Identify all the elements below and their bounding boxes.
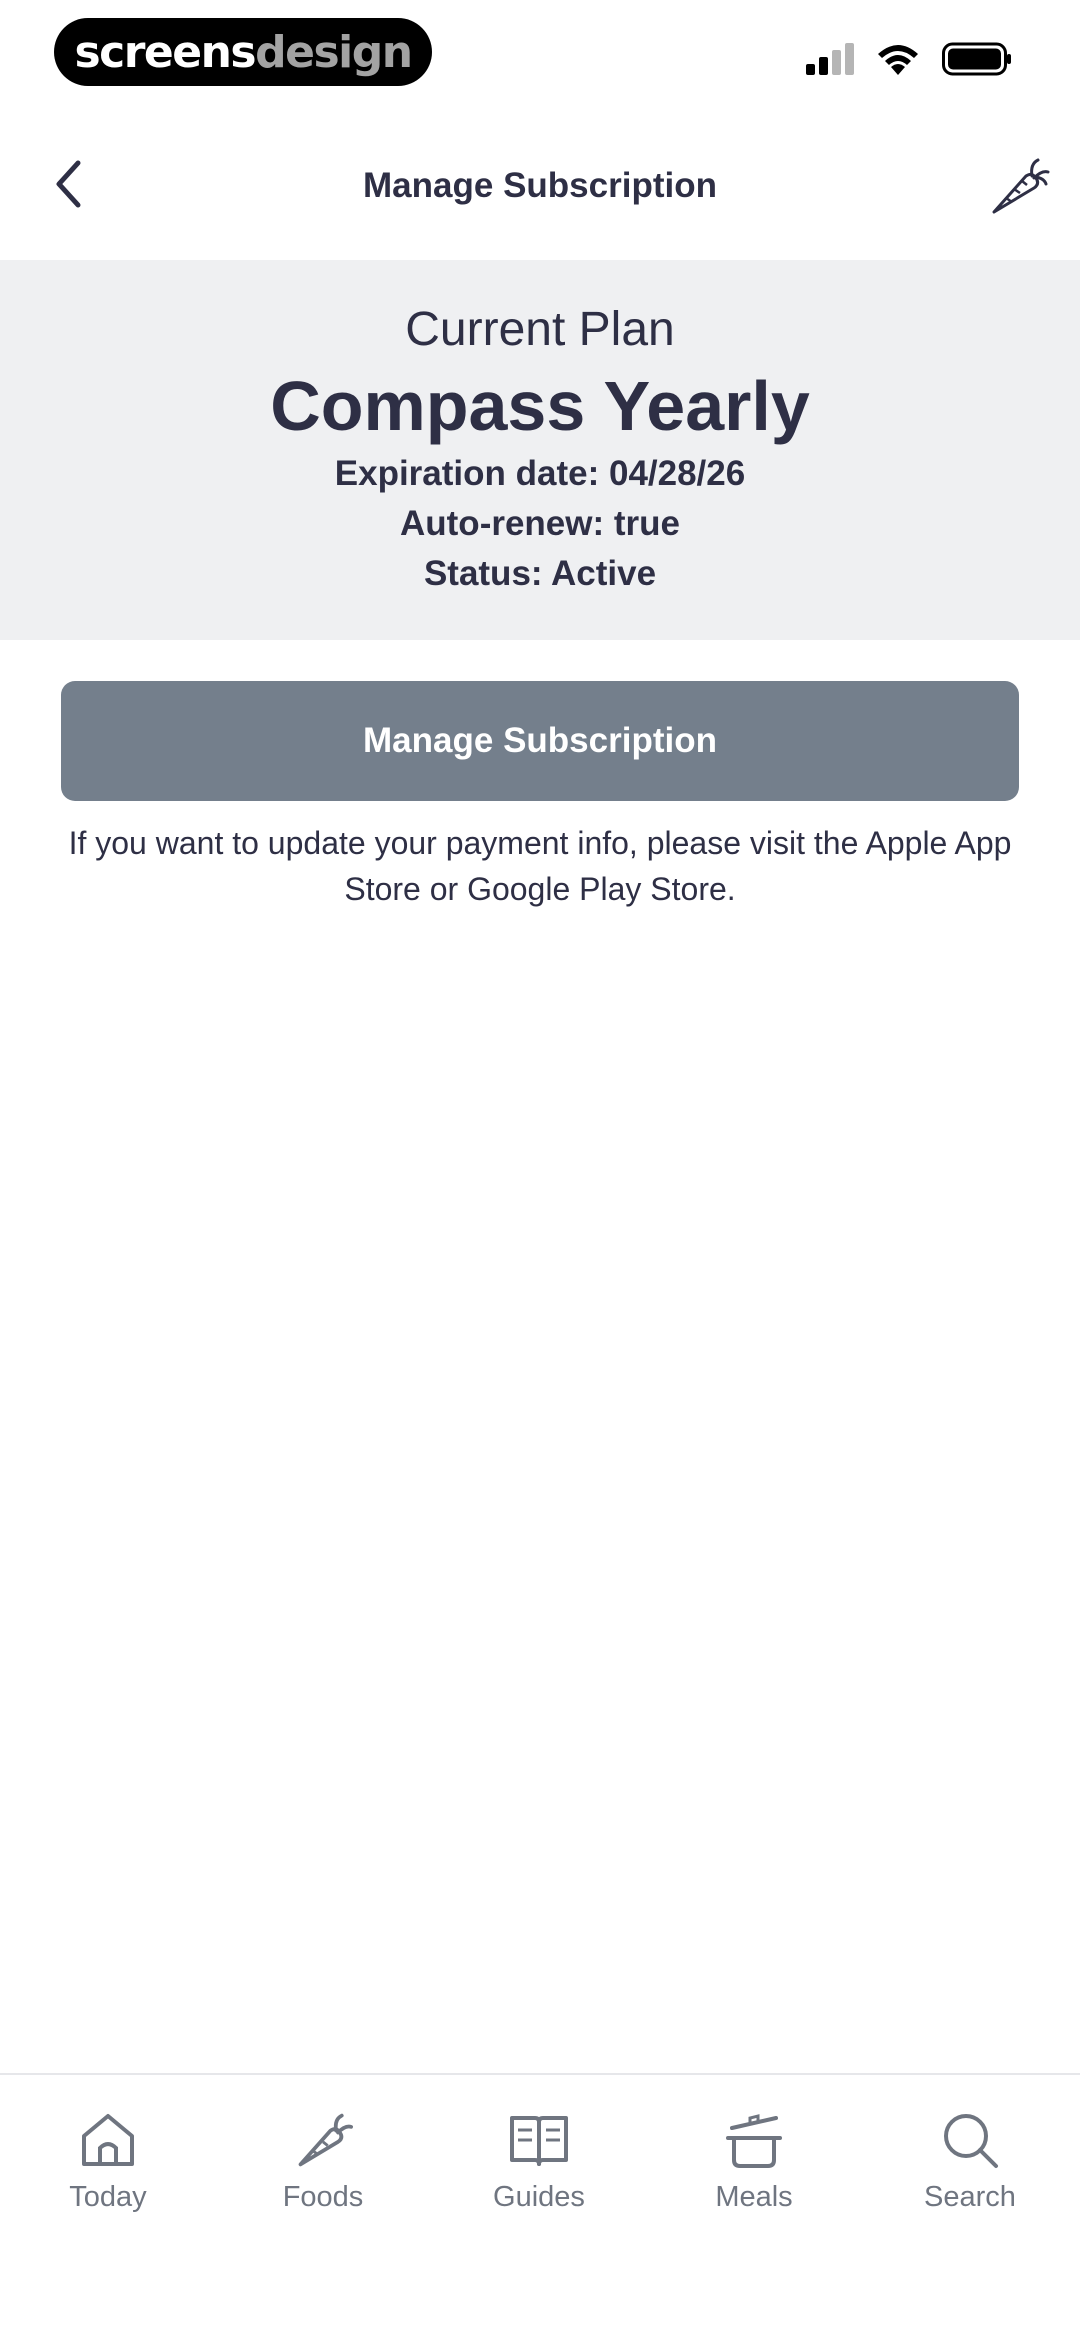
carrot-icon	[298, 2113, 353, 2167]
tab-bar: Today Foods Guides Meals Search	[0, 2073, 1080, 2337]
brand-logo: screens design	[54, 18, 432, 86]
expiration-date: Expiration date: 04/28/26	[334, 454, 746, 493]
tab-meals-label: Meals	[715, 2181, 793, 2213]
plan-name: Compass Yearly	[270, 367, 810, 445]
tab-today-label: Today	[69, 2181, 147, 2213]
status-icons	[804, 42, 1012, 76]
tab-meals[interactable]: Meals	[674, 2105, 834, 2214]
book-icon	[510, 2116, 568, 2166]
tab-foods[interactable]: Foods	[243, 2105, 403, 2214]
manage-subscription-button[interactable]: Manage Subscription	[61, 681, 1019, 801]
brand-logo-part2: design	[255, 26, 413, 78]
carrot-icon	[992, 158, 1050, 214]
plan-label: Current Plan	[405, 303, 675, 356]
status-bar: screens design	[0, 0, 1080, 110]
subscription-status: Status: Active	[423, 554, 657, 593]
pot-icon	[726, 2114, 782, 2168]
payment-info-text: If you want to update your payment info,…	[68, 825, 1012, 907]
tab-foods-label: Foods	[282, 2181, 364, 2213]
home-icon	[82, 2114, 134, 2166]
tab-guides[interactable]: Guides	[459, 2105, 619, 2214]
battery-icon	[942, 42, 1011, 76]
tab-guides-label: Guides	[493, 2181, 585, 2213]
search-icon	[944, 2114, 998, 2168]
carrot-button[interactable]	[986, 154, 1050, 218]
brand-logo-part1: screens	[74, 26, 256, 78]
tab-search[interactable]: Search	[890, 2105, 1050, 2214]
page-title: Manage Subscription	[363, 166, 717, 205]
nav-bar: Manage Subscription	[0, 110, 1080, 260]
auto-renew-status: Auto-renew: true	[400, 504, 680, 543]
signal-icon	[806, 43, 854, 75]
tab-today[interactable]: Today	[28, 2105, 188, 2214]
tab-search-label: Search	[924, 2181, 1016, 2213]
current-plan-card: Current Plan Compass Yearly Expiration d…	[0, 260, 1080, 640]
wifi-icon	[878, 45, 918, 75]
